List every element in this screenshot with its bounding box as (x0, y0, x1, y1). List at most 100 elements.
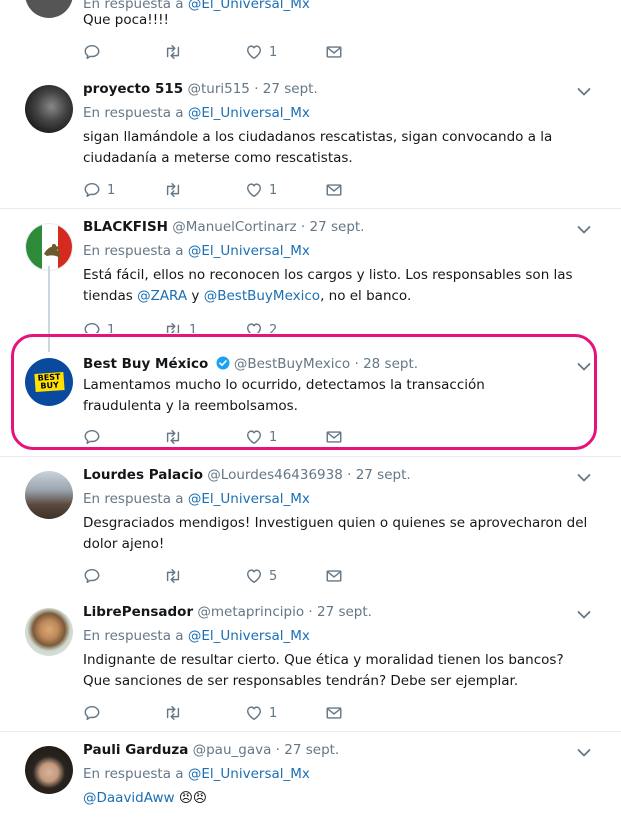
retweet-button[interactable] (163, 42, 183, 62)
reply-button[interactable]: 1 (83, 320, 115, 333)
tweet-header: proyecto 515 @turi515 · 27 sept. (83, 81, 318, 97)
tweet-date[interactable]: · 27 sept. (254, 81, 318, 97)
retweet-button[interactable]: 1 (163, 320, 197, 333)
chevron-down-icon[interactable] (577, 225, 591, 235)
dm-icon (325, 567, 343, 585)
author-handle[interactable]: @BestBuyMexico (234, 356, 350, 372)
reply-count: 1 (107, 322, 116, 334)
tweet[interactable]: BLACKFISH @ManuelCortinarz · 27 sept. En… (0, 209, 621, 333)
tweet-text: Está fácil, ellos no reconocen los cargo… (83, 267, 573, 304)
like-icon (245, 43, 263, 61)
tweet-date[interactable]: · 27 sept. (301, 219, 365, 235)
avatar[interactable]: BEST BUY (25, 358, 73, 406)
chevron-down-icon[interactable] (577, 610, 591, 620)
retweet-button[interactable] (163, 703, 183, 723)
like-count: 1 (269, 44, 278, 60)
tweet[interactable]: LibrePensador @metaprincipio · 27 sept. … (0, 594, 621, 732)
reply-icon (83, 321, 101, 333)
author-handle[interactable]: @metaprincipio (197, 604, 304, 620)
like-icon (245, 181, 263, 199)
reply-icon (83, 428, 101, 446)
dm-button[interactable] (325, 427, 343, 447)
author-name[interactable]: LibrePensador (83, 604, 193, 620)
reply-button[interactable] (83, 703, 101, 723)
reply-context: En respuesta a @El_Universal_Mx (83, 491, 310, 507)
mention-link[interactable]: @DaavidAww (83, 790, 175, 806)
avatar[interactable] (25, 223, 73, 271)
mention-link[interactable]: @BestBuyMexico (204, 288, 320, 304)
reply-to-link[interactable]: @El_Universal_Mx (188, 105, 310, 121)
reply-icon (83, 181, 101, 199)
like-count: 1 (269, 705, 278, 721)
author-handle[interactable]: @Lourdes46436938 (207, 467, 343, 483)
tweet-text: Lamentamos mucho lo ocurrido, detectamos… (83, 377, 485, 414)
chevron-down-icon[interactable] (577, 87, 591, 97)
dm-icon (325, 704, 343, 722)
tweet[interactable]: Pauli Garduza @pau_gava · 27 sept. En re… (0, 732, 621, 822)
dm-button[interactable] (325, 42, 343, 62)
chevron-down-icon[interactable] (577, 362, 591, 372)
like-icon (245, 428, 263, 446)
tweet-date[interactable]: · 27 sept. (308, 604, 372, 620)
tweet-text: Desgraciados mendigos! Investiguen quien… (83, 515, 588, 552)
chevron-down-icon[interactable] (577, 473, 591, 483)
reply-to-link[interactable]: @El_Universal_Mx (188, 491, 310, 507)
reply-icon (83, 43, 101, 61)
author-name[interactable]: Lourdes Palacio (83, 467, 203, 483)
reply-button[interactable] (83, 427, 101, 447)
author-name[interactable]: Pauli Garduza (83, 742, 188, 758)
tweet-text: Que poca!!!! (83, 12, 169, 28)
like-button[interactable]: 1 (245, 427, 277, 447)
reply-button[interactable]: 1 (83, 180, 115, 200)
tweet-partial[interactable]: En respuesta a @El_Universal_Mx Que poca… (0, 0, 621, 72)
dm-button[interactable] (325, 566, 343, 586)
reply-to-link[interactable]: @El_Universal_Mx (188, 628, 310, 644)
retweet-button[interactable] (163, 566, 183, 586)
like-count: 1 (269, 182, 278, 198)
avatar[interactable] (25, 0, 73, 18)
dm-button[interactable] (325, 703, 343, 723)
mention-link[interactable]: @ZARA (137, 288, 187, 304)
like-button[interactable]: 1 (245, 703, 277, 723)
like-icon (245, 567, 263, 585)
tweet-date[interactable]: · 27 sept. (276, 742, 340, 758)
author-handle[interactable]: @turi515 (187, 81, 249, 97)
like-button[interactable]: 2 (245, 320, 277, 333)
reply-icon (83, 567, 101, 585)
tweet-date[interactable]: · 28 sept. (354, 356, 418, 372)
author-name[interactable]: proyecto 515 (83, 81, 183, 97)
verified-icon (216, 356, 230, 370)
bestbuy-logo: BEST BUY (34, 372, 64, 392)
reply-to-link[interactable]: @El_Universal_Mx (188, 766, 310, 782)
dm-button[interactable] (325, 180, 343, 200)
tweet-date[interactable]: · 27 sept. (347, 467, 411, 483)
reply-to-link[interactable]: @El_Universal_Mx (188, 243, 310, 259)
retweet-icon (163, 704, 183, 722)
like-button[interactable]: 5 (245, 566, 277, 586)
author-handle[interactable]: @ManuelCortinarz (172, 219, 296, 235)
like-button[interactable]: 1 (245, 42, 277, 62)
flag-logo-image (26, 224, 72, 270)
reply-context: En respuesta a @El_Universal_Mx (83, 105, 310, 121)
tweet[interactable]: Lourdes Palacio @Lourdes46436938 · 27 se… (0, 456, 621, 595)
tweet-header: Pauli Garduza @pau_gava · 27 sept. (83, 742, 339, 758)
author-name[interactable]: BLACKFISH (83, 219, 168, 235)
tweet-highlighted[interactable]: BEST BUY Best Buy México @BestBuyMexico … (0, 342, 621, 457)
tweet-header: Best Buy México @BestBuyMexico · 28 sept… (83, 356, 418, 372)
retweet-icon (163, 321, 183, 333)
avatar[interactable] (25, 746, 73, 794)
reply-button[interactable] (83, 42, 101, 62)
author-name[interactable]: Best Buy México (83, 356, 208, 372)
reply-button[interactable] (83, 566, 101, 586)
retweet-button[interactable] (163, 427, 183, 447)
avatar[interactable] (25, 471, 73, 519)
author-handle[interactable]: @pau_gava (193, 742, 272, 758)
chevron-down-icon[interactable] (577, 748, 591, 758)
dm-icon (325, 181, 343, 199)
tweet-header: BLACKFISH @ManuelCortinarz · 27 sept. (83, 219, 364, 235)
avatar[interactable] (25, 608, 73, 656)
like-button[interactable]: 1 (245, 180, 277, 200)
avatar[interactable] (25, 85, 73, 133)
tweet[interactable]: proyecto 515 @turi515 · 27 sept. En resp… (0, 71, 621, 209)
retweet-button[interactable] (163, 180, 183, 200)
